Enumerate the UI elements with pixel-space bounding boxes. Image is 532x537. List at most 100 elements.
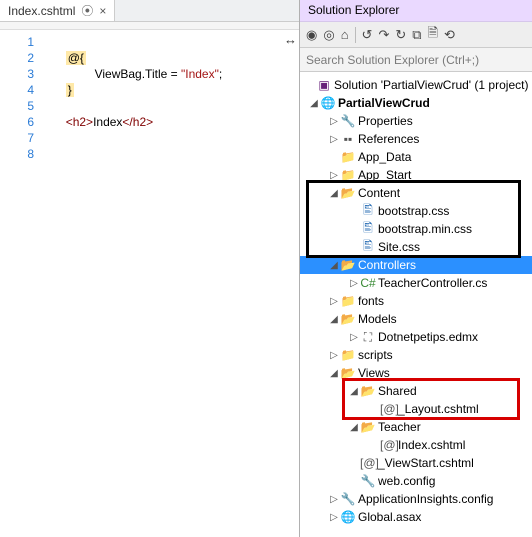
html-tag: <h2>: [66, 115, 93, 129]
folder-views[interactable]: ◢ 📂 Views: [300, 364, 532, 382]
html-tag: </h2>: [122, 115, 153, 129]
file-layout-cshtml[interactable]: [@] _Layout.cshtml: [300, 400, 532, 418]
expander-icon[interactable]: ▷: [328, 512, 340, 523]
expander-icon[interactable]: ▷: [328, 494, 340, 505]
expander-icon[interactable]: ◢: [328, 260, 340, 271]
split-arrow-icon[interactable]: ↔: [284, 32, 297, 47]
csharp-file-icon: C#: [360, 276, 376, 290]
project-icon: 🌐: [320, 96, 336, 110]
folder-app-data[interactable]: 📁 App_Data: [300, 148, 532, 166]
preview-icon[interactable]: ⟲: [444, 27, 455, 43]
expander-icon[interactable]: ▷: [328, 170, 340, 181]
node-label: Shared: [376, 384, 417, 398]
folder-open-icon: 📂: [360, 384, 376, 398]
file-teacher-controller[interactable]: ▷ C# TeacherController.cs: [300, 274, 532, 292]
razor-file-icon: [@]: [360, 456, 376, 470]
solution-icon: ▣: [316, 78, 332, 92]
node-label: Index.cshtml: [396, 438, 465, 452]
file-viewstart[interactable]: [@] _ViewStart.cshtml: [300, 454, 532, 472]
line-number: 5: [0, 98, 34, 114]
folder-teacher[interactable]: ◢ 📂 Teacher: [300, 418, 532, 436]
nav-forward-icon[interactable]: ◎: [323, 27, 334, 43]
razor-open: @{: [66, 51, 86, 65]
file-index-cshtml[interactable]: [@] Index.cshtml: [300, 436, 532, 454]
tab-bar: Index.cshtml ⦿ ×: [0, 0, 299, 22]
properties-node[interactable]: ▷ 🔧 Properties: [300, 112, 532, 130]
folder-shared[interactable]: ◢ 📂 Shared: [300, 382, 532, 400]
file-bootstrap-css[interactable]: 🖺 bootstrap.css: [300, 202, 532, 220]
config-icon: 🔧: [340, 492, 356, 506]
html-text: Index: [93, 115, 122, 129]
folder-icon: 📁: [340, 348, 356, 362]
folder-icon: 📁: [340, 294, 356, 308]
wrench-icon: 🔧: [340, 114, 356, 128]
node-label: Dotnetpetips.edmx: [376, 330, 478, 344]
node-label: App_Start: [356, 168, 411, 182]
line-number: 2: [0, 50, 34, 66]
solution-explorer-search[interactable]: Search Solution Explorer (Ctrl+;): [300, 48, 532, 72]
project-node[interactable]: ◢ 🌐 PartialViewCrud: [300, 94, 532, 112]
editor-pane: Index.cshtml ⦿ × 1 2 3 4 5 6 7 8 ↔ @{: [0, 0, 300, 537]
expander-icon[interactable]: ◢: [308, 98, 320, 109]
line-number: 3: [0, 66, 34, 82]
razor-file-icon: [@]: [380, 438, 396, 452]
node-label: Teacher: [376, 420, 421, 434]
nav-back-icon[interactable]: ◉: [306, 27, 317, 43]
expander-icon[interactable]: ▷: [328, 350, 340, 361]
node-label: TeacherController.cs: [376, 276, 487, 290]
sync-icon[interactable]: ↺: [362, 27, 373, 43]
expander-icon[interactable]: ◢: [328, 314, 340, 325]
node-label: PartialViewCrud: [336, 96, 430, 110]
folder-content[interactable]: ◢ 📂 Content: [300, 184, 532, 202]
solution-explorer-title: Solution Explorer: [300, 0, 532, 22]
node-label: bootstrap.min.css: [376, 222, 472, 236]
line-number: 8: [0, 146, 34, 162]
line-number: 6: [0, 114, 34, 130]
folder-fonts[interactable]: ▷ 📁 fonts: [300, 292, 532, 310]
node-label: web.config: [376, 474, 435, 488]
file-global-asax[interactable]: ▷ 🌐 Global.asax: [300, 508, 532, 526]
close-icon[interactable]: ×: [99, 4, 106, 18]
references-icon: ▪▪: [340, 132, 356, 146]
expander-icon[interactable]: ▷: [328, 296, 340, 307]
code-text: ViewBag.Title =: [95, 67, 181, 81]
show-all-icon[interactable]: ⧉: [412, 27, 421, 43]
folder-app-start[interactable]: ▷ 📁 App_Start: [300, 166, 532, 184]
pin-icon[interactable]: ⦿: [81, 2, 93, 19]
line-number: 7: [0, 130, 34, 146]
file-bootstrap-min-css[interactable]: 🖺 bootstrap.min.css: [300, 220, 532, 238]
refresh-icon[interactable]: ↷: [378, 27, 389, 43]
collapse-icon[interactable]: ↻: [395, 27, 406, 43]
file-web-config[interactable]: 🔧 web.config: [300, 472, 532, 490]
expander-icon[interactable]: ▷: [328, 134, 340, 145]
code-editor[interactable]: 1 2 3 4 5 6 7 8 ↔ @{ ViewBag.Title = "In…: [0, 30, 299, 537]
code-area[interactable]: ↔ @{ ViewBag.Title = "Index"; } <h2>Inde…: [40, 30, 299, 537]
node-label: Controllers: [356, 258, 416, 272]
node-label: Views: [356, 366, 390, 380]
solution-tree[interactable]: ▣ Solution 'PartialViewCrud' (1 project)…: [300, 72, 532, 537]
folder-models[interactable]: ◢ 📂 Models: [300, 310, 532, 328]
expander-icon[interactable]: ◢: [348, 422, 360, 433]
tab-index-cshtml[interactable]: Index.cshtml ⦿ ×: [0, 0, 115, 21]
home-icon[interactable]: ⌂: [341, 27, 349, 42]
references-node[interactable]: ▷ ▪▪ References: [300, 130, 532, 148]
node-label: App_Data: [356, 150, 411, 164]
folder-controllers[interactable]: ◢ 📂 Controllers: [300, 256, 532, 274]
expander-icon[interactable]: ◢: [328, 368, 340, 379]
expander-icon[interactable]: ▷: [328, 116, 340, 127]
file-edmx[interactable]: ▷ ⛶ Dotnetpetips.edmx: [300, 328, 532, 346]
expander-icon[interactable]: ▷: [348, 278, 360, 289]
expander-icon[interactable]: ▷: [348, 332, 360, 343]
solution-node[interactable]: ▣ Solution 'PartialViewCrud' (1 project): [300, 76, 532, 94]
search-placeholder: Search Solution Explorer (Ctrl+;): [306, 53, 479, 67]
folder-icon: 📁: [340, 150, 356, 164]
expander-icon[interactable]: ◢: [348, 386, 360, 397]
solution-explorer-pane: Solution Explorer ◉ ◎ ⌂ ↺ ↷ ↻ ⧉ 🗎 ⟲ Sear…: [300, 0, 532, 537]
solution-explorer-toolbar: ◉ ◎ ⌂ ↺ ↷ ↻ ⧉ 🗎 ⟲: [300, 22, 532, 48]
properties-icon[interactable]: 🗎: [428, 24, 438, 46]
expander-icon[interactable]: ◢: [328, 188, 340, 199]
folder-icon: 📁: [340, 168, 356, 182]
folder-scripts[interactable]: ▷ 📁 scripts: [300, 346, 532, 364]
file-appinsights[interactable]: ▷ 🔧 ApplicationInsights.config: [300, 490, 532, 508]
file-site-css[interactable]: 🖺 Site.css: [300, 238, 532, 256]
